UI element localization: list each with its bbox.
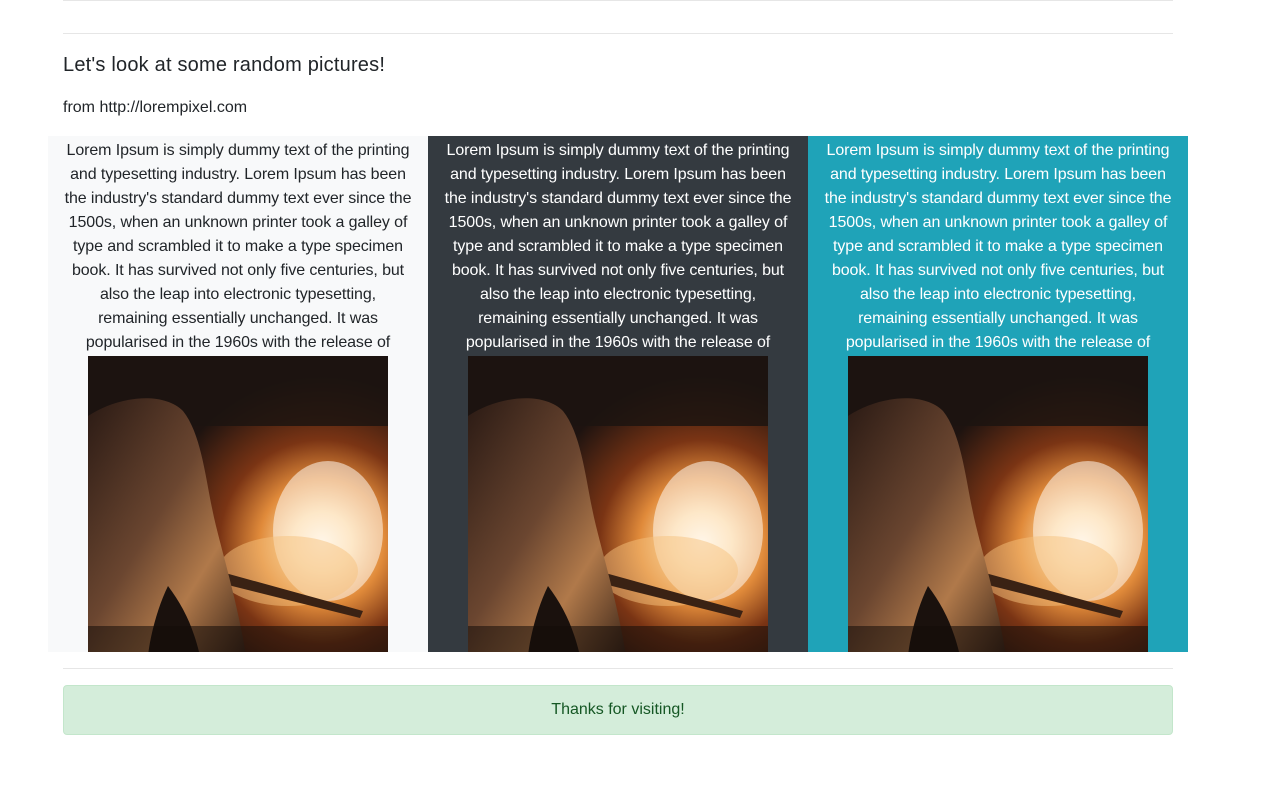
picture-card-dark: Lorem Ipsum is simply dummy text of the … (428, 136, 808, 652)
success-alert: Thanks for visiting! (63, 685, 1173, 735)
page-heading: Let's look at some random pictures! (63, 54, 386, 76)
card-text: Lorem Ipsum is simply dummy text of the … (64, 142, 412, 351)
picture-card-light: Lorem Ipsum is simply dummy text of the … (48, 136, 428, 652)
bonfire-photo (468, 356, 768, 652)
divider (63, 668, 1173, 669)
source-credit: from http://lorempixel.com (63, 99, 248, 116)
divider (63, 0, 1173, 1)
picture-card-info: Lorem Ipsum is simply dummy text of the … (808, 136, 1188, 652)
bonfire-photo (848, 356, 1148, 652)
card-text: Lorem Ipsum is simply dummy text of the … (444, 142, 792, 351)
page: Let's look at some random pictures! from… (0, 0, 1268, 796)
card-text: Lorem Ipsum is simply dummy text of the … (824, 142, 1172, 351)
bonfire-photo (88, 356, 388, 652)
picture-gallery: Lorem Ipsum is simply dummy text of the … (48, 136, 1188, 652)
divider (63, 33, 1173, 34)
